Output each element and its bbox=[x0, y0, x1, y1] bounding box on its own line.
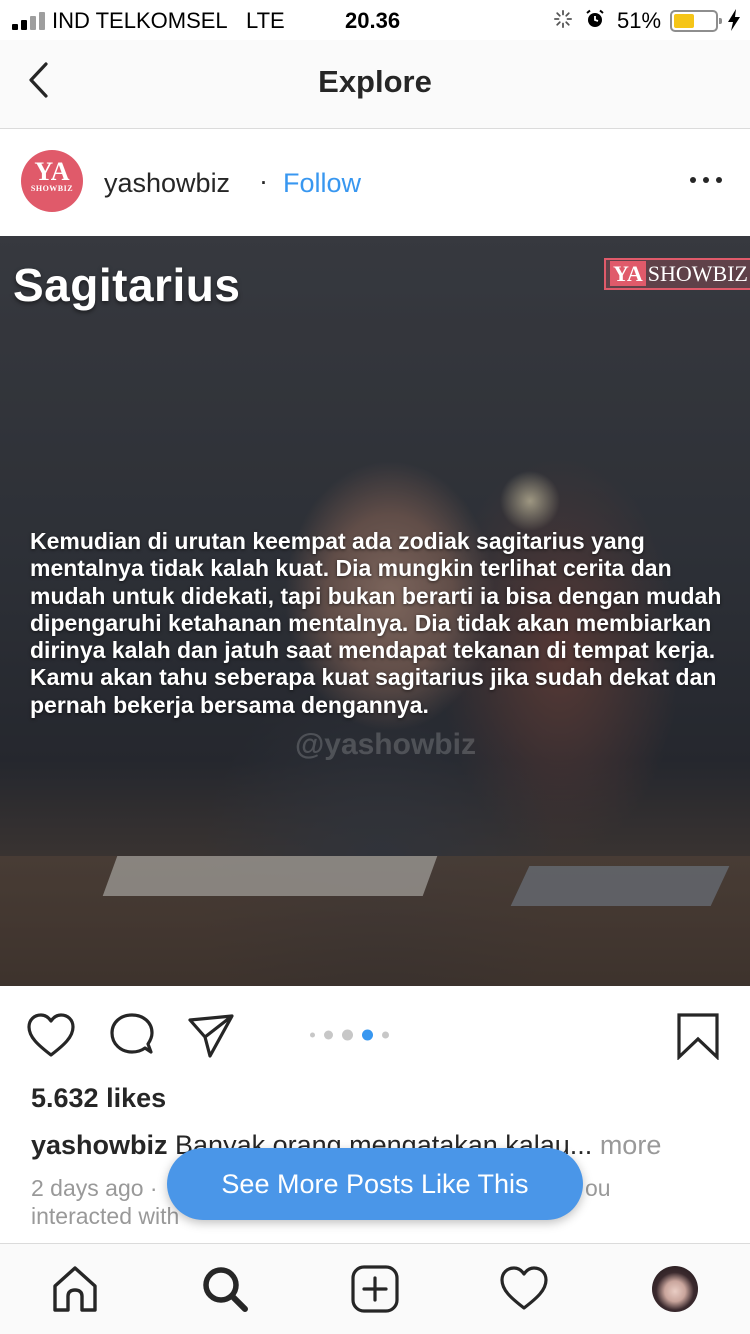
add-icon[interactable] bbox=[350, 1264, 400, 1314]
activity-spinner-icon bbox=[554, 10, 572, 28]
carousel-dot bbox=[342, 1029, 353, 1041]
post-timestamp: 2 days ago · bbox=[31, 1175, 158, 1201]
search-icon[interactable] bbox=[200, 1264, 250, 1314]
more-options-icon[interactable] bbox=[690, 175, 722, 185]
signal-strength-icon bbox=[12, 12, 48, 30]
battery-icon bbox=[670, 10, 722, 32]
comment-icon[interactable] bbox=[107, 1012, 157, 1060]
caption-more-link: more bbox=[592, 1130, 662, 1160]
interacted-with-text: interacted with bbox=[31, 1203, 180, 1229]
likes-count[interactable]: 5.632 likes bbox=[31, 1083, 166, 1114]
carousel-dot bbox=[310, 1032, 315, 1038]
battery-percent: 51% bbox=[617, 8, 662, 33]
post-image[interactable]: Sagitarius YA SHOWBIZ @yashowbiz Kemudian… bbox=[0, 236, 750, 986]
carousel-indicator bbox=[310, 1028, 422, 1042]
home-icon[interactable] bbox=[50, 1264, 100, 1314]
follow-button[interactable]: Follow bbox=[283, 168, 361, 199]
activity-heart-icon[interactable] bbox=[499, 1264, 549, 1314]
page-title: Explore bbox=[318, 64, 432, 99]
image-body-text: Kemudian di urutan keempat ada zodiak sa… bbox=[30, 528, 722, 718]
carousel-dot bbox=[362, 1029, 373, 1041]
action-bar bbox=[0, 986, 750, 1076]
separator-dot: · bbox=[259, 166, 268, 196]
tab-bar bbox=[0, 1243, 750, 1334]
charging-bolt-icon bbox=[728, 9, 740, 31]
share-icon[interactable] bbox=[186, 1012, 236, 1060]
see-more-posts-button[interactable]: See More Posts Like This bbox=[167, 1148, 583, 1220]
avatar[interactable]: YA SHOWBIZ bbox=[21, 150, 83, 212]
heart-icon[interactable] bbox=[26, 1012, 76, 1060]
carrier-label: IND TELKOMSEL LTE bbox=[52, 8, 285, 33]
clock: 20.36 bbox=[345, 8, 401, 33]
bookmark-icon[interactable] bbox=[676, 1012, 720, 1060]
meta-suffix: ou bbox=[585, 1175, 611, 1201]
post-username[interactable]: yashowbiz bbox=[104, 168, 230, 199]
image-watermark: @yashowbiz bbox=[295, 728, 476, 761]
carousel-dot bbox=[324, 1030, 333, 1040]
profile-avatar[interactable] bbox=[652, 1266, 698, 1312]
status-bar: IND TELKOMSEL LTE 20.36 51% bbox=[0, 0, 750, 40]
post-header: YA SHOWBIZ yashowbiz · Follow bbox=[0, 130, 750, 236]
carousel-dot bbox=[382, 1031, 389, 1039]
alarm-icon bbox=[586, 9, 604, 27]
image-title: Sagitarius bbox=[13, 259, 241, 311]
image-logo: YA SHOWBIZ bbox=[604, 258, 750, 290]
nav-header: Explore bbox=[0, 40, 750, 129]
